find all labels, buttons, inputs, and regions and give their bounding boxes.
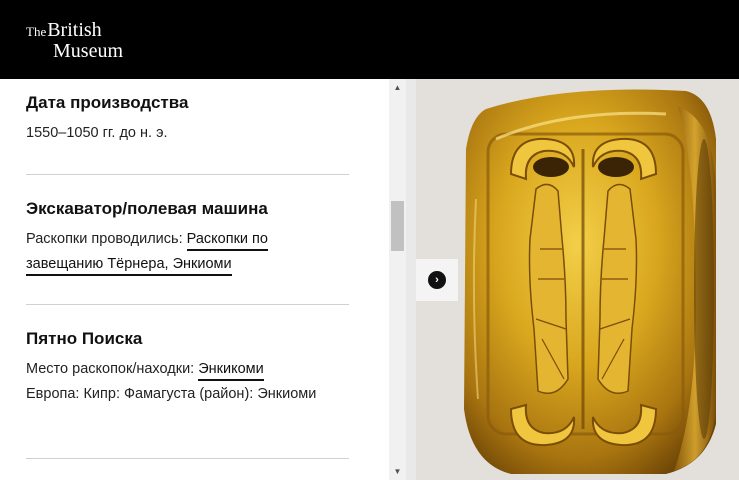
site-header: TheBritish Museum — [0, 0, 739, 79]
section-divider — [26, 304, 349, 305]
excavator-section: Экскаватор/полевая машина Раскопки прово… — [26, 199, 349, 277]
next-image-button[interactable]: › — [416, 259, 458, 301]
findspot-section: Пятно Поиска Место раскопок/находки: Энк… — [26, 329, 349, 407]
logo-british: British — [47, 19, 102, 41]
object-image-viewer[interactable] — [416, 79, 739, 480]
production-date-section: Дата производства 1550–1050 гг. до н. э. — [26, 93, 349, 146]
section-title: Пятно Поиска — [26, 329, 143, 348]
section-divider — [26, 174, 349, 175]
object-details-panel: Дата производства 1550–1050 гг. до н. э.… — [0, 79, 389, 480]
excavator-label: Раскопки проводились: — [26, 231, 183, 247]
british-museum-logo[interactable]: TheBritish Museum — [26, 20, 123, 61]
gold-ring-image — [416, 79, 739, 480]
findspot-details: Европа: Кипр: Фамагуста (район): Энкиоми — [26, 386, 317, 402]
scroll-up-arrow-icon[interactable]: ▲ — [389, 79, 406, 96]
vertical-scrollbar[interactable]: ▲ ▼ — [389, 79, 406, 480]
chevron-right-icon: › — [428, 271, 446, 289]
scrollbar-thumb[interactable] — [391, 201, 404, 251]
production-date-value: 1550–1050 гг. до н. э. — [26, 125, 168, 141]
section-title: Экскаватор/полевая машина — [26, 199, 268, 218]
section-divider — [26, 458, 349, 459]
findspot-text: Место раскопок/находки: Энкикоми — [26, 357, 349, 382]
scroll-down-arrow-icon[interactable]: ▼ — [389, 463, 406, 480]
findspot-link[interactable]: Энкикоми — [198, 361, 264, 381]
section-title: Дата производства — [26, 93, 189, 112]
panel-gutter — [406, 79, 416, 480]
findspot-label: Место раскопок/находки: — [26, 361, 195, 377]
excavator-text: Раскопки проводились: Раскопки по завеща… — [26, 227, 349, 277]
logo-the: The — [26, 24, 47, 39]
logo-museum: Museum — [53, 40, 123, 62]
